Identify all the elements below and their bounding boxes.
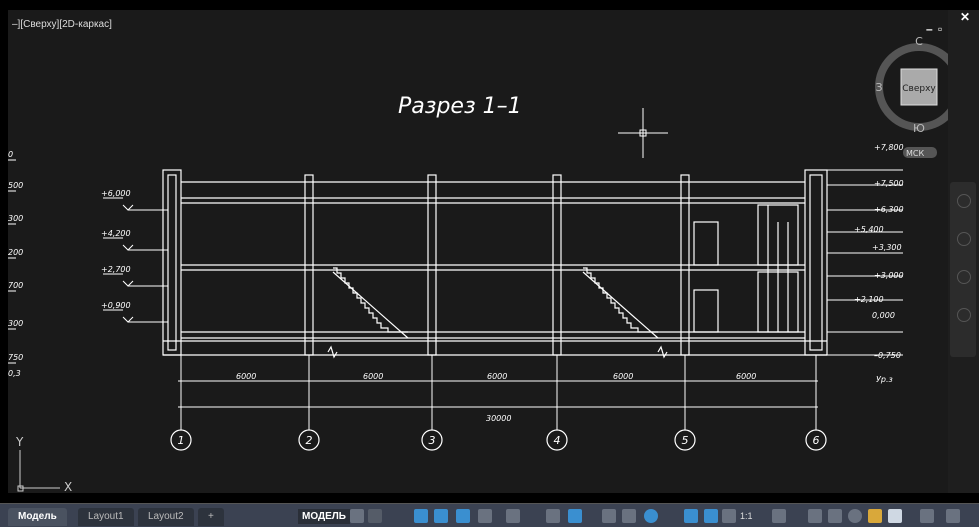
workspace-gear-icon[interactable]: [772, 509, 786, 523]
span-dim: 6000: [736, 372, 756, 381]
level-label: +3,000: [874, 271, 904, 280]
annotation-scale-value[interactable]: 1:1: [740, 511, 753, 521]
steering-wheel-icon[interactable]: [957, 194, 971, 208]
axis-bubbles: [170, 429, 827, 451]
orbit-icon[interactable]: [957, 308, 971, 322]
ucs-x-label: X: [64, 480, 72, 493]
ucs-menu-label[interactable]: МСК: [906, 149, 924, 158]
axis-label: 2: [306, 434, 313, 447]
level-label: +7,800: [874, 143, 904, 152]
level-label: +7,500: [874, 179, 904, 188]
edge-mark: 0: [8, 150, 13, 159]
total-dim: 30000: [486, 414, 511, 423]
span-dim: 6000: [487, 372, 507, 381]
osnap-icon[interactable]: [546, 509, 560, 523]
tab-layout2[interactable]: Layout2: [138, 508, 194, 526]
tab-model[interactable]: Модель: [8, 508, 67, 526]
snap-icon[interactable]: [368, 509, 382, 523]
dimension-labels: 6000 6000 6000 6000 6000 30000: [236, 372, 756, 423]
axis-label: 6: [813, 434, 820, 447]
selection-cycling-icon[interactable]: [644, 509, 658, 523]
viewcube-west[interactable]: З: [875, 81, 882, 94]
annotation-scale-icon[interactable]: [722, 509, 736, 523]
minimize-icon[interactable]: –: [926, 22, 933, 36]
span-dim: 6000: [363, 372, 383, 381]
building-section: [162, 169, 828, 359]
right-level-markers: [827, 169, 903, 356]
osnap-tracking-icon[interactable]: [506, 509, 520, 523]
crosshair-cursor: [618, 108, 668, 158]
left-level-labels: +6,000 +4,200 +2,700 +0,900: [101, 189, 131, 310]
tab-layout1[interactable]: Layout1: [78, 508, 134, 526]
level-label: +2,100: [854, 295, 884, 304]
axis-labels: 1 2 3 4 5 6: [178, 434, 820, 447]
axis-label: 5: [682, 434, 689, 447]
span-dim: 6000: [613, 372, 633, 381]
close-icon[interactable]: ✕: [960, 10, 970, 24]
edge-mark: 0,3: [8, 369, 21, 378]
auto-scale-icon[interactable]: [704, 509, 718, 523]
viewcube-south[interactable]: Ю: [913, 122, 925, 135]
viewcube-north[interactable]: С: [915, 35, 923, 48]
edge-mark: 300: [8, 214, 23, 223]
graphics-performance-icon[interactable]: [888, 509, 902, 523]
navigation-bar: ✕: [948, 10, 979, 493]
ortho-icon[interactable]: [434, 509, 448, 523]
span-dim: 6000: [236, 372, 256, 381]
viewport-label[interactable]: –][Сверху][2D-каркас]: [12, 19, 112, 30]
lineweight-icon[interactable]: [602, 509, 616, 523]
level-label: +2,700: [101, 265, 131, 274]
level-label: 0,000: [872, 311, 895, 320]
annotation-visibility-icon[interactable]: [684, 509, 698, 523]
ground-level-note: Ур.з: [876, 375, 893, 384]
zoom-icon[interactable]: [957, 270, 971, 284]
plus-icon[interactable]: [808, 509, 822, 523]
transparency-icon[interactable]: [622, 509, 636, 523]
infer-icon[interactable]: [414, 509, 428, 523]
level-label: +5,400: [854, 225, 884, 234]
ucs-y-label: Y: [15, 435, 24, 449]
drawing-title: Разрез 1–1: [398, 94, 522, 119]
isolate-objects-icon[interactable]: [868, 509, 882, 523]
tab-add[interactable]: +: [198, 508, 224, 526]
edge-mark: 700: [8, 281, 23, 290]
grid-icon[interactable]: [350, 509, 364, 523]
level-label: +3,300: [872, 243, 902, 252]
edge-mark: 200: [8, 248, 23, 257]
edge-mark: 500: [8, 181, 23, 190]
level-label: –0,750: [874, 351, 901, 360]
axis-label: 4: [554, 434, 561, 447]
autocad-window: Разрез 1–1 +6,000 +4,200 +2,700 +0,900 +…: [0, 0, 979, 527]
edge-mark: 300: [8, 319, 23, 328]
level-label: +0,900: [101, 301, 131, 310]
ucs-icon: [17, 450, 60, 492]
viewcube-face-label[interactable]: Сверху: [902, 84, 936, 94]
customization-menu-icon[interactable]: [946, 509, 960, 523]
edge-mark: 750: [8, 353, 23, 362]
dynamic-ucs-icon[interactable]: [568, 509, 582, 523]
pan-icon[interactable]: [957, 232, 971, 246]
left-edge-marks: 0 500 300 200 700 300 750 0,3: [8, 150, 23, 378]
quick-properties-icon[interactable]: [848, 509, 862, 523]
nav-panel: [950, 182, 976, 357]
level-label: +6,000: [101, 189, 131, 198]
isodraft-icon[interactable]: [478, 509, 492, 523]
level-label: +6,300: [874, 205, 904, 214]
restore-icon[interactable]: ▫: [938, 22, 942, 36]
axis-label: 1: [178, 434, 185, 447]
polar-icon[interactable]: [456, 509, 470, 523]
drawing-svg: Разрез 1–1 +6,000 +4,200 +2,700 +0,900 +…: [8, 35, 948, 493]
units-icon[interactable]: [828, 509, 842, 523]
model-space-button[interactable]: МОДЕЛЬ: [298, 509, 350, 524]
drawing-area[interactable]: Разрез 1–1 +6,000 +4,200 +2,700 +0,900 +…: [8, 10, 948, 493]
status-bar: Модель Layout1 Layout2 + МОДЕЛЬ 1:1: [0, 503, 979, 527]
level-label: +4,200: [101, 229, 131, 238]
axis-label: 3: [429, 434, 436, 447]
left-edge-ticks: [8, 159, 16, 364]
clean-screen-icon[interactable]: [920, 509, 934, 523]
right-level-labels: +7,800 +7,500 +6,300 +5,400 +3,300 +3,00…: [854, 143, 904, 384]
